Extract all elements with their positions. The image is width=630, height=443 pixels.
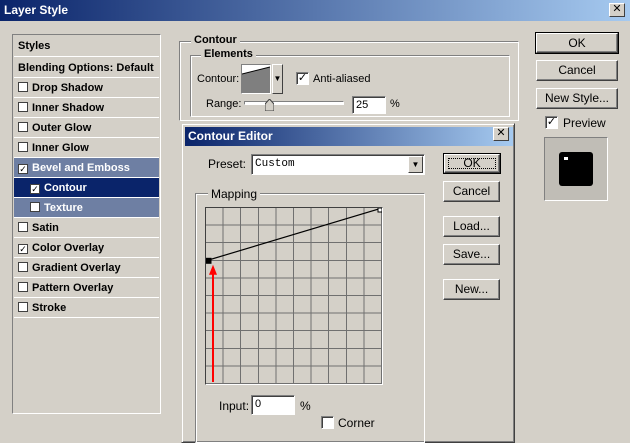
preview-swatch bbox=[544, 137, 608, 201]
window-close-button[interactable]: ✕ bbox=[609, 3, 625, 17]
style-item-satin[interactable]: Satin bbox=[14, 218, 159, 238]
checkbox[interactable] bbox=[18, 102, 28, 112]
corner-checkbox[interactable] bbox=[321, 416, 334, 429]
style-item-inner-glow[interactable]: Inner Glow bbox=[14, 138, 159, 158]
style-item-texture[interactable]: Texture bbox=[14, 198, 159, 218]
blending-options-item[interactable]: Blending Options: Default bbox=[14, 58, 159, 78]
style-item-label: Outer Glow bbox=[32, 122, 92, 134]
elements-group-title: Elements bbox=[201, 48, 256, 60]
editor-save-button[interactable]: Save... bbox=[443, 244, 500, 265]
contour-label: Contour: bbox=[197, 73, 240, 85]
checkbox[interactable] bbox=[18, 222, 28, 232]
range-slider-track[interactable] bbox=[244, 101, 344, 105]
curve-point[interactable] bbox=[377, 208, 382, 213]
contour-dropdown-button[interactable]: ▼ bbox=[272, 64, 283, 94]
red-arrow-head-icon bbox=[209, 264, 217, 275]
cancel-button[interactable]: Cancel bbox=[536, 60, 618, 81]
style-item-label: Contour bbox=[44, 182, 87, 194]
mapping-group-title: Mapping bbox=[208, 187, 261, 201]
style-item-color-overlay[interactable]: ✓ Color Overlay bbox=[14, 238, 159, 258]
checkbox[interactable] bbox=[18, 302, 28, 312]
style-item-label: Inner Glow bbox=[32, 142, 89, 154]
style-item-drop-shadow[interactable]: Drop Shadow bbox=[14, 78, 159, 98]
style-item-pattern-overlay[interactable]: Pattern Overlay bbox=[14, 278, 159, 298]
style-item-label: Drop Shadow bbox=[32, 82, 103, 94]
styles-list: Styles Blending Options: Default Drop Sh… bbox=[12, 34, 161, 414]
style-item-bevel-and-emboss[interactable]: ✓ Bevel and Emboss bbox=[14, 158, 159, 178]
chevron-down-icon: ▼ bbox=[411, 160, 420, 169]
corner-label: Corner bbox=[338, 416, 375, 430]
new-style-label: New Style... bbox=[544, 91, 610, 105]
input-label: Input: bbox=[219, 399, 250, 413]
checkbox[interactable]: ✓ bbox=[18, 164, 28, 174]
blending-options-label: Blending Options: Default bbox=[18, 62, 154, 74]
input-field[interactable]: 0 bbox=[251, 395, 295, 415]
style-item-gradient-overlay[interactable]: Gradient Overlay bbox=[14, 258, 159, 278]
editor-new-button[interactable]: New... bbox=[443, 279, 500, 300]
style-item-label: Satin bbox=[32, 222, 59, 234]
contour-thumbnail-icon bbox=[241, 66, 271, 93]
ok-button[interactable]: OK bbox=[535, 32, 619, 54]
contour-group-title: Contour bbox=[191, 34, 240, 46]
editor-load-button[interactable]: Load... bbox=[443, 216, 500, 237]
style-item-outer-glow[interactable]: Outer Glow bbox=[14, 118, 159, 138]
anti-aliased-label: Anti-aliased bbox=[313, 73, 371, 85]
editor-ok-button[interactable]: OK bbox=[443, 153, 501, 174]
style-item-label: Pattern Overlay bbox=[32, 282, 114, 294]
contour-editor-title: Contour Editor bbox=[188, 129, 273, 143]
contour-editor-close-button[interactable]: ✕ bbox=[493, 127, 509, 141]
styles-header-label: Styles bbox=[18, 40, 51, 52]
contour-curve-plot bbox=[206, 208, 382, 382]
curve-point[interactable] bbox=[206, 257, 212, 264]
style-item-label: Gradient Overlay bbox=[32, 262, 121, 274]
style-item-label: Stroke bbox=[32, 302, 67, 314]
contour-picker[interactable] bbox=[241, 64, 271, 94]
chevron-down-icon: ▼ bbox=[273, 74, 282, 83]
checkbox[interactable]: ✓ bbox=[30, 184, 40, 194]
new-style-button[interactable]: New Style... bbox=[536, 88, 618, 109]
preview-label: Preview bbox=[563, 116, 606, 130]
preview-checkbox[interactable]: ✓ bbox=[545, 116, 558, 129]
contour-curve-line bbox=[206, 208, 382, 262]
close-icon: ✕ bbox=[496, 127, 506, 139]
preview-shape bbox=[559, 152, 593, 186]
checkbox[interactable] bbox=[18, 82, 28, 92]
checkbox[interactable] bbox=[18, 142, 28, 152]
checkbox[interactable] bbox=[30, 202, 40, 212]
input-unit: % bbox=[300, 399, 311, 413]
style-item-label: Inner Shadow bbox=[32, 102, 105, 114]
contour-curve-grid[interactable] bbox=[205, 207, 383, 385]
range-unit: % bbox=[390, 98, 400, 110]
style-item-label: Color Overlay bbox=[32, 242, 105, 254]
anti-aliased-checkbox[interactable]: ✓ bbox=[296, 72, 309, 85]
preset-label: Preset: bbox=[208, 157, 247, 171]
preset-select[interactable]: Custom bbox=[251, 154, 425, 175]
checkbox[interactable] bbox=[18, 282, 28, 292]
range-label: Range: bbox=[206, 98, 242, 110]
range-input[interactable]: 25 bbox=[352, 96, 386, 114]
contour-editor-titlebar: Contour Editor bbox=[185, 127, 513, 146]
close-icon: ✕ bbox=[612, 3, 622, 15]
styles-header[interactable]: Styles bbox=[14, 35, 159, 57]
style-item-label: Texture bbox=[44, 202, 83, 214]
editor-cancel-button[interactable]: Cancel bbox=[443, 181, 500, 202]
style-item-contour[interactable]: ✓ Contour bbox=[14, 178, 159, 198]
checkbox[interactable]: ✓ bbox=[18, 244, 28, 254]
window-title: Layer Style bbox=[4, 3, 69, 17]
style-item-inner-shadow[interactable]: Inner Shadow bbox=[14, 98, 159, 118]
preset-dropdown-button[interactable]: ▼ bbox=[408, 156, 423, 173]
checkbox[interactable] bbox=[18, 262, 28, 272]
style-item-stroke[interactable]: Stroke bbox=[14, 298, 159, 318]
checkbox[interactable] bbox=[18, 122, 28, 132]
range-slider-thumb[interactable] bbox=[264, 98, 275, 112]
window-titlebar: Layer Style bbox=[0, 0, 630, 21]
style-item-label: Bevel and Emboss bbox=[32, 162, 130, 174]
